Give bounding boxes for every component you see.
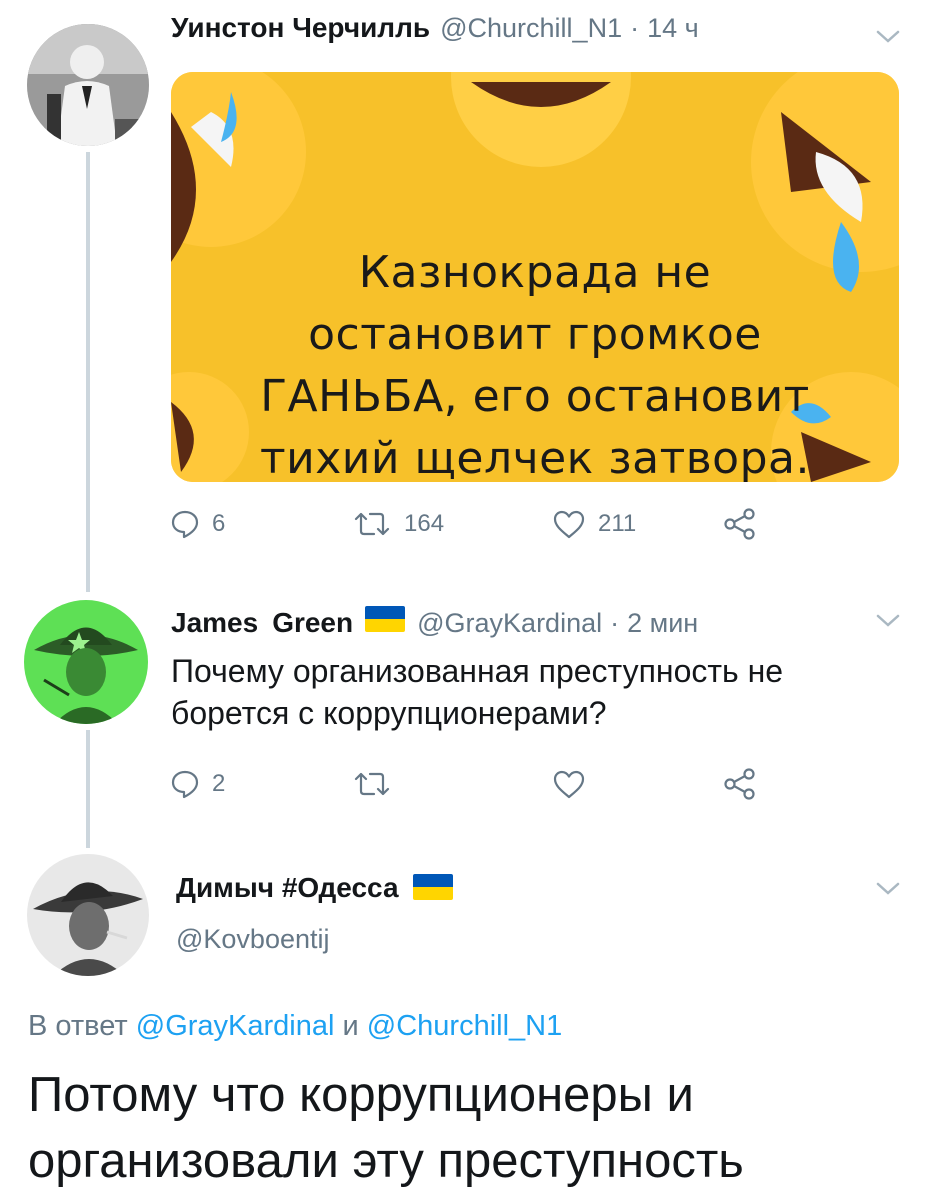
avatar[interactable] [27, 24, 149, 146]
tweet-text-line: Потому что коррупционеры и [28, 1068, 694, 1122]
reply-context: В ответ @GrayKardinal и @Churchill_N1 [28, 1010, 562, 1043]
display-name-row: Димыч #Одесса [176, 872, 465, 904]
avatar-photo [24, 600, 148, 724]
thread-line [86, 152, 90, 592]
display-name-first[interactable]: James [171, 607, 258, 639]
meme-image[interactable]: Казнокрада не остановит громкое ГАНЬБА, … [171, 72, 899, 482]
reply-icon [171, 770, 199, 799]
tweet-text-line: Почему организованная преступность не [171, 653, 784, 689]
timestamp[interactable]: 2 мин [627, 608, 698, 639]
mention-link[interactable]: @GrayKardinal [136, 1010, 335, 1042]
chevron-down-icon[interactable] [875, 28, 901, 46]
retweet-icon [354, 772, 390, 796]
tweet-text-line: борется с коррупционерами? [171, 695, 607, 731]
retweet-count: 164 [404, 510, 445, 537]
tweet-header: James Green @GrayKardinal · 2 мин [171, 606, 698, 639]
tweet-header: Уинстон Черчилль @Churchill_N1 · 14 ч [171, 12, 699, 44]
share-icon [724, 768, 755, 800]
reply-count: 2 [212, 770, 226, 797]
ukraine-flag-icon [412, 874, 453, 900]
share-button[interactable] [722, 506, 758, 542]
like-button[interactable]: 211 [552, 509, 722, 539]
like-icon [553, 770, 585, 799]
retweet-button[interactable] [352, 769, 552, 799]
mention-link[interactable]: @Churchill_N1 [367, 1010, 562, 1042]
user-handle[interactable]: @GrayKardinal [417, 608, 602, 639]
avatar[interactable] [24, 600, 148, 724]
thread-line [86, 730, 90, 848]
reply-prefix: В ответ [28, 1010, 128, 1042]
meme-line: Казнокрада не [358, 247, 712, 298]
share-button[interactable] [722, 766, 758, 802]
reply-conjunction: и [342, 1010, 359, 1042]
meme-line: ГАНЬБА, его остановит [260, 371, 810, 422]
user-handle[interactable]: @Kovboentij [176, 924, 330, 955]
chevron-down-icon[interactable] [875, 880, 901, 898]
meme-line: тихий щелчек затвора. [260, 433, 810, 482]
display-name-last[interactable]: Green [272, 607, 353, 639]
meme-line: остановит громкое [308, 309, 762, 360]
chevron-down-icon[interactable] [875, 612, 901, 630]
reply-button[interactable]: 2 [170, 769, 352, 799]
display-name[interactable]: Димыч #Одесса [176, 872, 399, 903]
tweet-text: Почему организованная преступность не бо… [171, 650, 901, 734]
avatar[interactable] [27, 854, 149, 976]
share-icon [724, 508, 755, 540]
like-count: 211 [598, 510, 637, 537]
tweet-actions: 6 164 211 [170, 506, 758, 542]
reply-button[interactable]: 6 [170, 509, 352, 539]
retweet-button[interactable]: 164 [352, 509, 552, 539]
ukraine-flag-icon [365, 606, 406, 632]
retweet-icon [354, 512, 390, 536]
like-icon [553, 510, 585, 539]
timestamp[interactable]: 14 ч [647, 13, 699, 44]
like-button[interactable] [552, 769, 722, 799]
user-handle[interactable]: @Churchill_N1 [440, 13, 622, 44]
tweet-text: Потому что коррупционеры и организовали … [28, 1062, 888, 1194]
tweet-actions: 2 [170, 766, 758, 802]
reply-icon [171, 510, 199, 539]
avatar-photo [27, 854, 149, 976]
tweet-text-line: организовали эту преступность [28, 1134, 744, 1188]
meme-caption: Казнокрада не остановит громкое ГАНЬБА, … [171, 242, 899, 482]
display-name[interactable]: Уинстон Черчилль [171, 12, 430, 44]
reply-count: 6 [212, 510, 226, 537]
avatar-photo [27, 24, 149, 146]
separator: · [630, 13, 640, 43]
separator: · [610, 608, 620, 638]
